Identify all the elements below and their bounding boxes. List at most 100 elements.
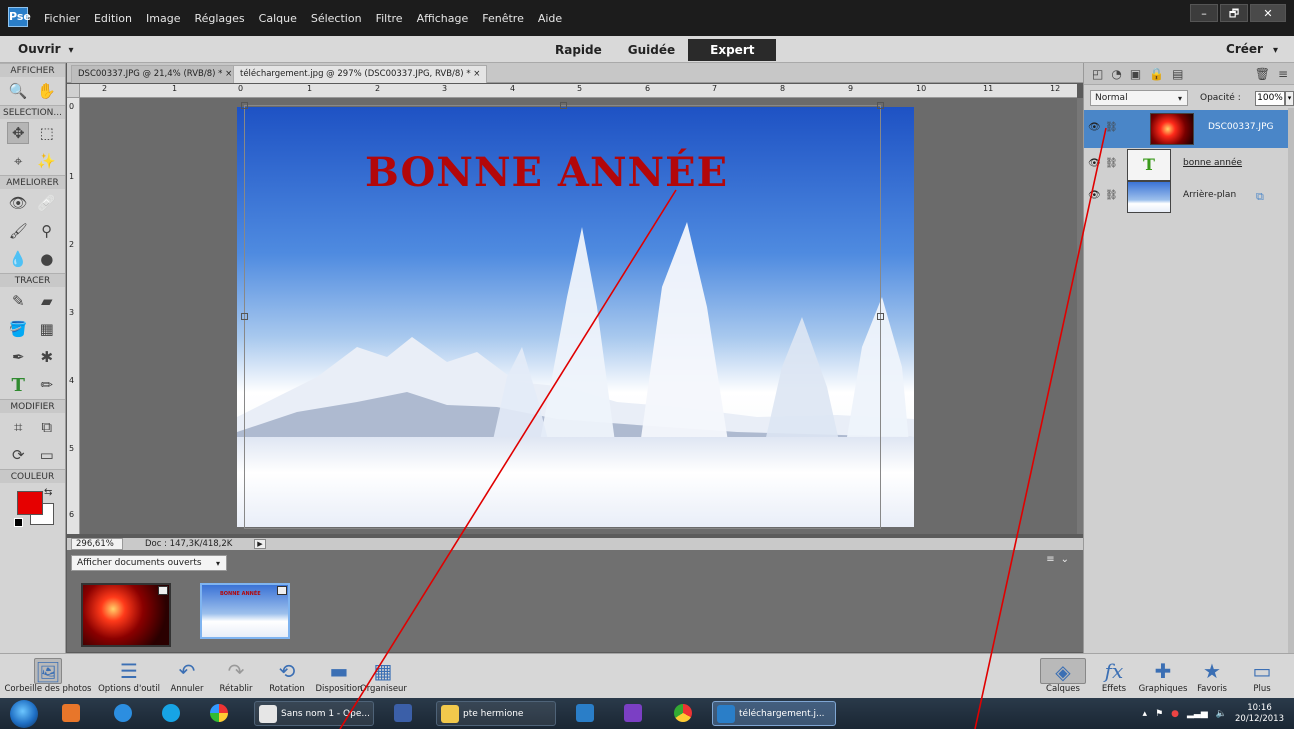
menu-selection[interactable]: Sélection (311, 12, 362, 25)
menu-filtre[interactable]: Filtre (376, 12, 403, 25)
taskbar-pse-organizer[interactable] (620, 701, 646, 726)
new-fill-layer-icon[interactable]: ◔ (1111, 67, 1121, 81)
layers-button[interactable]: ◈ Calques (1040, 658, 1086, 694)
organizer-button[interactable]: ▦ Organiseur (360, 658, 407, 694)
canvas-area[interactable]: BONNE ANNÉE (80, 98, 1077, 534)
mode-rapide[interactable]: Rapide (542, 39, 615, 61)
volume-icon[interactable]: 🔈 (1216, 709, 1227, 719)
marquee-tool-icon[interactable]: ⬚ (36, 122, 58, 144)
sponge-tool-icon[interactable]: ● (36, 248, 58, 270)
taskbar-app-book[interactable] (390, 701, 416, 726)
layer-row-dsc00337[interactable]: 👁 ⛓ DSC00337.JPG (1084, 110, 1288, 148)
move-tool-icon[interactable]: ✥ (7, 122, 30, 144)
brush-tool-icon[interactable]: ✎ (7, 290, 29, 312)
minimize-button[interactable]: – (1190, 4, 1218, 22)
zoom-field[interactable]: 296,61% (71, 538, 123, 550)
maximize-button[interactable]: 🗗 (1220, 4, 1248, 22)
smart-brush-tool-icon[interactable]: 🖌 (7, 220, 29, 242)
spot-healing-tool-icon[interactable]: 🩹 (36, 192, 58, 214)
eyedropper-tool-icon[interactable]: ✒ (7, 346, 29, 368)
clone-stamp-tool-icon[interactable]: ⚲ (36, 220, 58, 242)
straighten-tool-icon[interactable]: ▭ (36, 444, 58, 466)
opacity-dropdown-icon[interactable]: ▾ (1285, 91, 1294, 106)
menu-fenetre[interactable]: Fenêtre (482, 12, 524, 25)
crop-tool-icon[interactable]: ⌗ (7, 416, 29, 438)
mode-guidee[interactable]: Guidée (615, 39, 688, 61)
taskbar-skype[interactable] (158, 701, 184, 726)
eraser-tool-icon[interactable]: ▰ (36, 290, 58, 312)
layer-row-arriere-plan[interactable]: 👁 ⛓ Arrière-plan ⧉ (1084, 178, 1288, 216)
blend-mode-dropdown[interactable]: Normal ▾ (1090, 90, 1188, 106)
lock-all-icon[interactable]: 🔒 (1149, 67, 1164, 81)
menu-calque[interactable]: Calque (259, 12, 297, 25)
undo-button[interactable]: ↶ Annuler (166, 658, 208, 694)
foreground-color-swatch[interactable] (17, 491, 43, 515)
network-signal-icon[interactable]: ▂▃▅ (1187, 709, 1208, 719)
system-clock[interactable]: 10:16 20/12/2013 (1235, 703, 1284, 725)
taskbar-internet-explorer[interactable] (110, 701, 136, 726)
visibility-eye-icon[interactable]: 👁 (1088, 158, 1101, 169)
layer-link-icon[interactable]: ⛓ (1105, 158, 1118, 169)
tab-dsc00337[interactable]: DSC00337.JPG @ 21,4% (RVB/8) * × (71, 65, 240, 83)
content-aware-move-tool-icon[interactable]: ⟳ (7, 444, 29, 466)
layer-name[interactable]: bonne année (1183, 158, 1242, 168)
status-menu-arrow-icon[interactable]: ▶ (254, 539, 266, 549)
menu-image[interactable]: Image (146, 12, 180, 25)
app-icon[interactable]: Pse (8, 7, 31, 27)
visibility-eye-icon[interactable]: 👁 (1088, 122, 1101, 133)
zoom-tool-icon[interactable]: 🔍 (7, 80, 29, 102)
effects-button[interactable]: fx Effets (1096, 658, 1132, 694)
panel-menu-icon[interactable]: ≡ (1278, 67, 1288, 81)
visibility-eye-icon[interactable]: 👁 (1088, 190, 1101, 201)
taskbar-chrome[interactable] (670, 701, 696, 726)
photo-bin-button[interactable]: 🖼 Corbeille des photos (4, 658, 92, 694)
graphics-button[interactable]: ✚ Graphiques (1136, 658, 1190, 694)
layer-name[interactable]: DSC00337.JPG (1208, 122, 1273, 132)
recompose-tool-icon[interactable]: ⧉ (36, 416, 58, 438)
type-tool-icon[interactable]: T (7, 374, 29, 396)
menu-edition[interactable]: Edition (94, 12, 132, 25)
paint-bucket-tool-icon[interactable]: 🪣 (7, 318, 29, 340)
close-button[interactable]: ✕ (1250, 4, 1286, 22)
taskbar-picasa[interactable] (206, 701, 232, 726)
taskbar-openoffice[interactable]: Sans nom 1 - Ope... (254, 701, 374, 726)
menu-reglages[interactable]: Réglages (194, 12, 244, 25)
image-title-text[interactable]: BONNE ANNÉE (365, 149, 728, 196)
show-hidden-icons-icon[interactable]: ▴ (1143, 709, 1148, 719)
gradient-tool-icon[interactable]: ▦ (36, 318, 58, 340)
layout-button[interactable]: ▬ Disposition (312, 658, 366, 694)
pencil-tool-icon[interactable]: ✏ (36, 374, 58, 396)
open-button[interactable]: Ouvrir ▾ (18, 42, 74, 56)
taskbar-media-player[interactable] (58, 701, 84, 726)
add-mask-icon[interactable]: ▣ (1130, 67, 1141, 81)
create-button[interactable]: Créer ▾ (1226, 42, 1278, 56)
layer-name[interactable]: Arrière-plan (1183, 190, 1236, 200)
document-image[interactable]: BONNE ANNÉE (237, 107, 914, 527)
flag-icon[interactable]: ⚑ (1155, 709, 1163, 719)
taskbar-telechargement[interactable]: téléchargement.j... (712, 701, 836, 726)
blur-tool-icon[interactable]: 💧 (7, 248, 29, 270)
bin-thumbnail-fireworks[interactable] (81, 583, 171, 647)
redo-button[interactable]: ↷ Rétablir (214, 658, 258, 694)
menu-aide[interactable]: Aide (538, 12, 562, 25)
taskbar-pse-editor[interactable] (572, 701, 598, 726)
lasso-tool-icon[interactable]: ⌖ (7, 150, 29, 172)
layer-link-icon[interactable]: ⛓ (1105, 190, 1118, 201)
bin-filter-dropdown[interactable]: Afficher documents ouverts ▾ (71, 555, 227, 571)
default-colors-icon[interactable] (14, 518, 23, 527)
magic-wand-tool-icon[interactable]: ✨ (36, 150, 58, 172)
mode-expert[interactable]: Expert (688, 39, 777, 61)
tab-telechargement[interactable]: téléchargement.jpg @ 297% (DSC00337.JPG,… (233, 65, 488, 83)
opacity-field[interactable]: 100% (1255, 91, 1285, 106)
red-eye-tool-icon[interactable]: 👁 (7, 192, 29, 214)
lock-transparent-icon[interactable]: ▤ (1172, 67, 1183, 81)
tool-options-button[interactable]: ☰ Options d'outil (92, 658, 166, 694)
trash-icon[interactable]: 🗑 (1255, 67, 1270, 81)
menu-affichage[interactable]: Affichage (417, 12, 469, 25)
start-button-icon[interactable] (10, 700, 38, 728)
new-layer-icon[interactable]: ◰ (1092, 67, 1103, 81)
layer-link-icon[interactable]: ⛓ (1105, 122, 1118, 133)
swap-colors-icon[interactable]: ⇆ (44, 487, 52, 498)
rotate-button[interactable]: ⟲ Rotation (264, 658, 310, 694)
hand-tool-icon[interactable]: ✋ (36, 80, 58, 102)
